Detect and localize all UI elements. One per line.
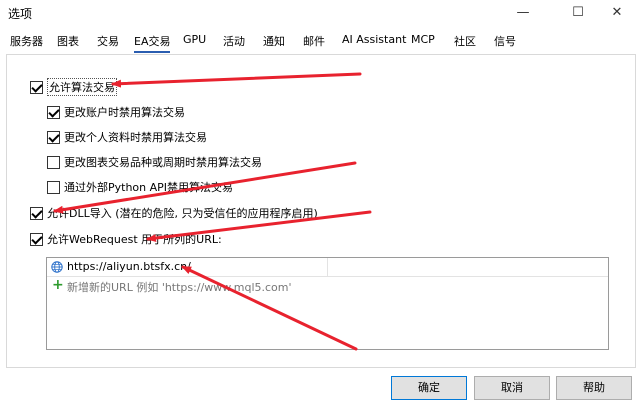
disable-on-symbol-change-label: 更改图表交易品种或周期时禁用算法交易 (64, 156, 262, 169)
allow-dll-imports-checkbox[interactable] (30, 206, 43, 220)
allow-webrequest-label: 允许WebRequest 用于所列的URL: (47, 233, 222, 246)
help-button[interactable]: 帮助 (556, 376, 632, 400)
close-button[interactable]: ✕ (594, 0, 640, 26)
webrequest-url-list[interactable]: https://aliyun.btsfx.cn/ + 新增新的URL 例如 'h… (46, 257, 609, 350)
disable-external-python-label: 通过外部Python API禁用算法交易 (64, 181, 234, 194)
tab-mcp[interactable]: MCP (411, 33, 435, 46)
tab-ai-assistant[interactable]: AI Assistant (342, 33, 406, 46)
url-entry-text[interactable]: https://aliyun.btsfx.cn/ (67, 260, 191, 273)
window-title: 选项 (8, 7, 33, 21)
allow-algo-trading-option[interactable]: 允许算法交易 (30, 78, 117, 96)
add-url-placeholder[interactable]: 新增新的URL 例如 'https://www.mql5.com' (67, 279, 292, 295)
column-divider (327, 258, 328, 276)
disable-on-profile-change-label: 更改个人资料时禁用算法交易 (64, 131, 207, 144)
tab-server[interactable]: 服务器 (10, 33, 43, 49)
globe-icon (51, 261, 63, 273)
disable-on-symbol-change-checkbox[interactable] (47, 155, 60, 169)
tab-community[interactable]: 社区 (454, 33, 476, 49)
disable-external-python-checkbox[interactable] (47, 180, 60, 194)
allow-webrequest-checkbox[interactable] (30, 232, 43, 246)
disable-on-account-change-option[interactable]: 更改账户时禁用算法交易 (47, 104, 185, 120)
tab-gpu[interactable]: GPU (183, 33, 206, 46)
tab-trade[interactable]: 交易 (97, 33, 119, 49)
tab-expert-advisors[interactable]: EA交易 (134, 33, 171, 53)
allow-algo-trading-label: 允许算法交易 (47, 78, 117, 96)
minimize-button[interactable]: — (500, 0, 546, 26)
allow-dll-imports-label: 允许DLL导入 (潜在的危险, 只为受信任的应用程序启用) (47, 207, 318, 220)
tab-charts[interactable]: 图表 (57, 33, 79, 49)
disable-on-profile-change-checkbox[interactable] (47, 130, 60, 144)
disable-on-account-change-label: 更改账户时禁用算法交易 (64, 106, 185, 119)
tab-signals[interactable]: 信号 (494, 33, 516, 49)
tab-events[interactable]: 活动 (223, 33, 245, 49)
tab-notifications[interactable]: 通知 (263, 33, 285, 49)
allow-algo-trading-checkbox[interactable] (30, 80, 43, 94)
plus-icon[interactable]: + (52, 277, 64, 293)
url-list-item[interactable]: https://aliyun.btsfx.cn/ (47, 258, 608, 277)
tab-email[interactable]: 邮件 (303, 33, 325, 49)
cancel-button[interactable]: 取消 (474, 376, 550, 400)
disable-on-profile-change-option[interactable]: 更改个人资料时禁用算法交易 (47, 129, 207, 145)
disable-on-symbol-change-option[interactable]: 更改图表交易品种或周期时禁用算法交易 (47, 154, 262, 170)
ok-button[interactable]: 确定 (391, 376, 467, 400)
add-url-row[interactable]: + 新增新的URL 例如 'https://www.mql5.com' (47, 277, 608, 295)
allow-dll-imports-option[interactable]: 允许DLL导入 (潜在的危险, 只为受信任的应用程序启用) (30, 205, 318, 221)
disable-external-python-option[interactable]: 通过外部Python API禁用算法交易 (47, 179, 233, 195)
tab-bar: 服务器 图表 交易 EA交易 GPU 活动 通知 邮件 AI Assistant… (0, 30, 640, 53)
allow-webrequest-option[interactable]: 允许WebRequest 用于所列的URL: (30, 231, 222, 247)
disable-on-account-change-checkbox[interactable] (47, 105, 60, 119)
title-bar: 选项 — ☐ ✕ (0, 0, 640, 26)
